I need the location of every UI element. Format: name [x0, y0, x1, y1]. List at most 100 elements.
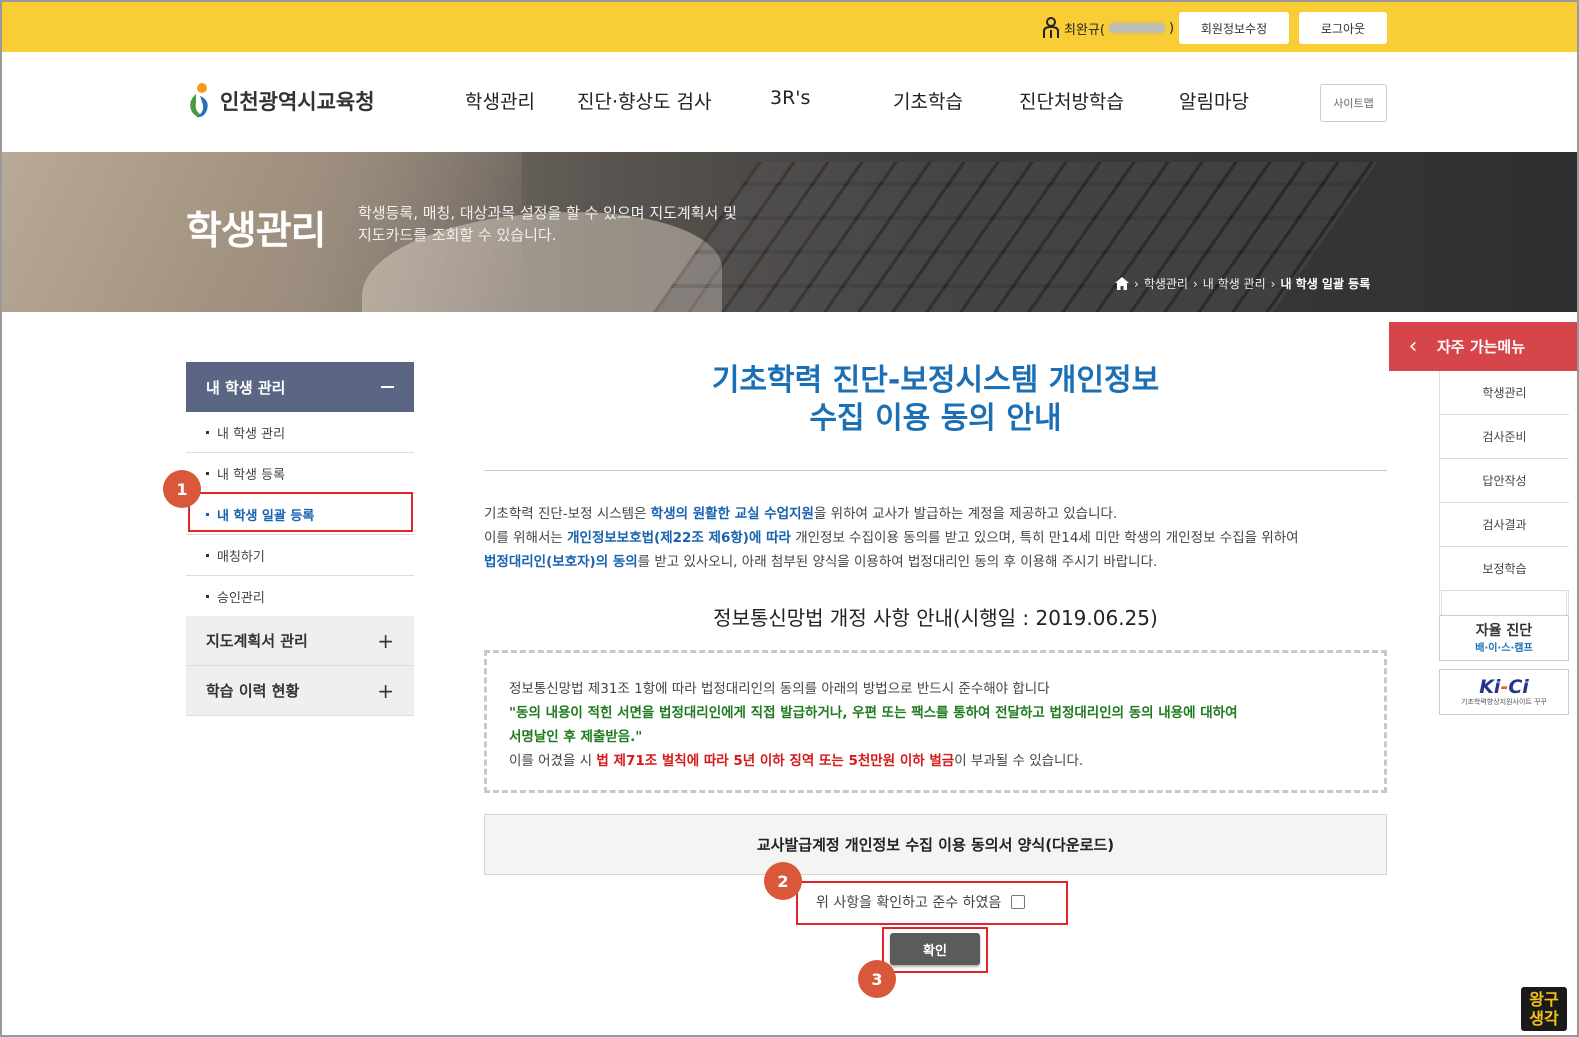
- watermark-line: 왕구: [1529, 990, 1559, 1009]
- notice-line: 이를 어겼을 시 법 제71조 벌칙에 따라 5년 이하 징역 또는 5천만원 …: [509, 749, 1362, 773]
- consent-title-line-1: 기초학력 진단-보정시스템 개인정보: [711, 363, 1160, 398]
- logo[interactable]: 인천광역시교육청: [186, 82, 375, 120]
- quick-menu-spacer: [1439, 591, 1569, 615]
- logo-text: 인천광역시교육청: [220, 90, 375, 114]
- sitemap-button[interactable]: 사이트맵: [1320, 84, 1387, 122]
- lnb-item-approval[interactable]: 승인관리: [186, 576, 414, 617]
- notice-line-emphasis: "동의 내용이 적힌 서면을 법정대리인에게 직접 발급하거나, 우편 또는 팩…: [509, 705, 1238, 721]
- divider: [484, 470, 1387, 471]
- user-icon: [1043, 17, 1059, 38]
- minus-icon: [381, 386, 394, 388]
- chevron-right-icon: ›: [1134, 276, 1139, 291]
- law-notice-box: 정보통신망법 제31조 1항에 따라 법정대리인의 동의를 아래의 방법으로 반…: [484, 650, 1387, 793]
- lnb-item-label: 매칭하기: [217, 549, 265, 565]
- text: 이를 위해서는: [484, 530, 568, 546]
- quick-menu-head[interactable]: ‹ 자주 가는메뉴: [1389, 322, 1577, 371]
- lnb-item-matching[interactable]: 매칭하기: [186, 535, 414, 576]
- chevron-left-icon[interactable]: ‹: [1389, 334, 1437, 359]
- nav-diagnosis-test[interactable]: 진단·향상도 검사: [577, 87, 711, 114]
- nav-diagnostic-prescription[interactable]: 진단처방학습: [1019, 87, 1124, 114]
- text: 개인정보 수집이용 동의를 받고 있으며, 특히 만14세 미만 학생의 개인정…: [790, 530, 1299, 546]
- kici-logo: Ki-Ci: [1479, 677, 1529, 697]
- highlight-text: 개인정보보호법(제22조 제6항)에 따라: [567, 530, 791, 546]
- text: 이를 어겼을 시: [509, 753, 597, 769]
- consent-form-download-button[interactable]: 교사발급계정 개인정보 수집 이용 동의서 양식(다운로드): [484, 814, 1387, 875]
- bullet-icon: [206, 594, 209, 598]
- lnb-head[interactable]: 내 학생 관리: [186, 362, 414, 412]
- law-notice-title: 정보통신망법 개정 사항 안내(시행일 : 2019.06.25): [713, 606, 1158, 630]
- kici-logo-part: Ki: [1479, 676, 1501, 698]
- breadcrumb: › 학생관리 › 내 학생 관리 › 내 학생 일괄 등록: [1115, 275, 1370, 292]
- consent-title-line-2: 수집 이용 동의 안내: [809, 401, 1062, 436]
- watermark-badge: 왕구 생각: [1521, 987, 1567, 1031]
- kici-logo-part: Ci: [1508, 676, 1529, 698]
- text: 을 위하여 교사가 발급하는 계정을 제공하고 있습니다.: [813, 506, 1118, 522]
- page-title: 학생관리: [186, 209, 327, 254]
- plus-icon: +: [377, 628, 394, 653]
- nav-basic-learning[interactable]: 기초학습: [893, 87, 963, 114]
- lnb-group-guidance-plan[interactable]: 지도계획서 관리 +: [186, 616, 414, 666]
- quick-item-remedial[interactable]: 보정학습: [1439, 547, 1569, 591]
- nav-notice[interactable]: 알림마당: [1179, 87, 1249, 114]
- banner-subtitle: 배·이·스·캠프: [1475, 639, 1532, 654]
- annotation-highlight-1: [188, 492, 413, 532]
- logout-button[interactable]: 로그아웃: [1299, 12, 1387, 44]
- plus-icon: +: [377, 678, 394, 703]
- education-office-logo-icon: [190, 83, 208, 118]
- annotation-badge-3: 3: [858, 960, 896, 998]
- nav-3rs[interactable]: 3R's: [770, 87, 810, 109]
- intro-paragraph-2: 이를 위해서는 개인정보보호법(제22조 제6항)에 따라 개인정보 수집이용 …: [484, 526, 1387, 550]
- kici-banner[interactable]: Ki-Ci 기초학력향상지원사이트 꾸꾸: [1439, 669, 1569, 715]
- banner-subtitle-highlight: 배·이·스: [1475, 642, 1511, 654]
- lnb-item-label: 내 학생 관리: [217, 426, 286, 442]
- page-description: 학생등록, 매칭, 대상과목 설정을 할 수 있으며 지도계획서 및 지도카드를…: [358, 202, 778, 246]
- highlight-text: 학생의 원활한 교실 수업지원: [650, 506, 814, 522]
- text: 기초학력 진단-보정 시스템은: [484, 506, 651, 522]
- self-diagnosis-banner[interactable]: 자율 진단 배·이·스·캠프: [1439, 615, 1569, 661]
- page-description-line-2: 지도카드를 조회할 수 있습니다.: [358, 226, 557, 244]
- bullet-icon: [206, 553, 209, 557]
- lnb-group-learning-history[interactable]: 학습 이력 현황 +: [186, 666, 414, 716]
- breadcrumb-item[interactable]: 내 학생 관리: [1203, 275, 1266, 292]
- quick-item-result[interactable]: 검사결과: [1439, 503, 1569, 547]
- quick-item-answer[interactable]: 답안작성: [1439, 459, 1569, 503]
- user-name-end: ): [1168, 20, 1175, 36]
- user-name: 최완규(: [1064, 22, 1105, 38]
- notice-line-emphasis: 서명날인 후 제출받음.": [509, 729, 643, 745]
- lnb-item-label: 내 학생 등록: [217, 467, 286, 483]
- banner-title: 자율 진단: [1475, 622, 1533, 639]
- annotation-badge-1: 1: [163, 470, 201, 508]
- annotation-badge-2: 2: [764, 862, 802, 900]
- annotation-highlight-3: [882, 927, 988, 973]
- member-edit-button[interactable]: 회원정보수정: [1179, 12, 1289, 44]
- lnb-group-label: 지도계획서 관리: [206, 632, 308, 650]
- home-icon[interactable]: [1115, 277, 1129, 290]
- lnb-head-label: 내 학생 관리: [206, 378, 286, 397]
- notice-line: 정보통신망법 제31조 1항에 따라 법정대리인의 동의를 아래의 방법으로 반…: [509, 681, 1050, 697]
- quick-item-student[interactable]: 학생관리: [1439, 371, 1569, 415]
- bullet-icon: [206, 471, 209, 475]
- intro-paragraph-1: 기초학력 진단-보정 시스템은 학생의 원활한 교실 수업지원을 위하여 교사가…: [484, 502, 1387, 526]
- highlight-text: 법정대리인(보호자)의 동의: [484, 554, 638, 570]
- quick-menu-title: 자주 가는메뉴: [1437, 338, 1526, 356]
- lnb-item-my-students[interactable]: 내 학생 관리: [186, 412, 414, 453]
- bullet-icon: [206, 430, 209, 434]
- watermark-line: 생각: [1529, 1009, 1559, 1028]
- page-description-line-1: 학생등록, 매칭, 대상과목 설정을 할 수 있으며 지도계획서 및: [358, 204, 737, 222]
- intro-paragraph-3: 법정대리인(보호자)의 동의를 받고 있사오니, 아래 첨부된 양식을 이용하여…: [484, 550, 1387, 574]
- lnb-item-register[interactable]: 내 학생 등록: [186, 453, 414, 494]
- text: 이 부과될 수 있습니다.: [954, 753, 1084, 769]
- text: 를 받고 있사오니, 아래 첨부된 양식을 이용하여 법정대리인 동의 후 이용…: [637, 554, 1158, 570]
- lnb-group-label: 학습 이력 현황: [206, 682, 300, 700]
- chevron-right-icon: ›: [1192, 276, 1198, 291]
- consent-title: 기초학력 진단-보정시스템 개인정보 수집 이용 동의 안내: [484, 362, 1387, 438]
- breadcrumb-current: 내 학생 일괄 등록: [1280, 277, 1371, 291]
- user-info: 최완규(): [1042, 14, 1174, 42]
- nav-student-management[interactable]: 학생관리: [465, 87, 535, 114]
- annotation-highlight-2: [796, 881, 1068, 925]
- breadcrumb-item[interactable]: 학생관리: [1144, 275, 1188, 292]
- quick-item-test-prep[interactable]: 검사준비: [1439, 415, 1569, 459]
- redacted-id: [1108, 23, 1165, 33]
- kici-subtitle: 기초학력향상지원사이트 꾸꾸: [1461, 698, 1547, 706]
- banner-subtitle-rest: ·캠프: [1510, 642, 1533, 654]
